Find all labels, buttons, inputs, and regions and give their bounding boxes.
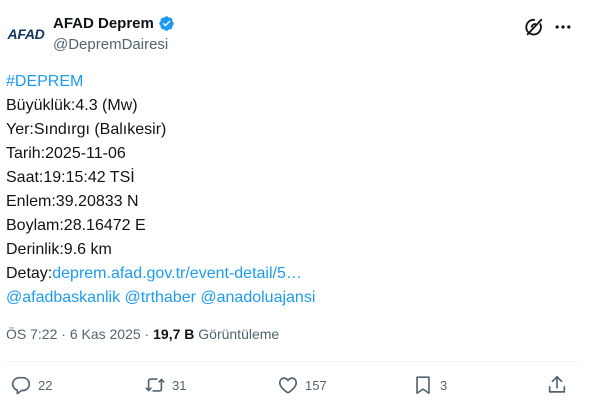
- share-button[interactable]: [546, 374, 568, 396]
- share-icon: [548, 375, 566, 393]
- repost-count: 31: [172, 377, 187, 393]
- detail-link[interactable]: deprem.afad.gov.tr/event-detail/5…: [52, 265, 302, 282]
- like-icon: [278, 377, 298, 394]
- bookmark-icon: [416, 376, 430, 395]
- latitude-line: Enlem:39.20833 N: [6, 193, 139, 210]
- divider: [6, 361, 578, 362]
- tweet-time[interactable]: ÖS 7:22: [6, 326, 57, 342]
- tweet-meta: ÖS 7:22 · 6 Kas 2025 · 19,7 B Görüntülem…: [6, 326, 279, 342]
- avatar-logo: AFAD: [7, 26, 45, 42]
- avatar[interactable]: AFAD: [6, 14, 46, 54]
- reply-button[interactable]: 22: [10, 374, 52, 396]
- hashtag-link[interactable]: #DEPREM: [6, 70, 576, 94]
- mention-afadbaskanlik[interactable]: @afadbaskanlik: [6, 289, 120, 306]
- detail-line: Detay:deprem.afad.gov.tr/event-detail/5…: [6, 262, 576, 286]
- longitude-line: Boylam:28.16472 E: [6, 217, 146, 234]
- author-handle[interactable]: @DepremDairesi: [53, 36, 168, 53]
- more-icon[interactable]: [553, 17, 573, 37]
- detail-label: Detay:: [6, 265, 53, 282]
- mentions-line: @afadbaskanlik @trthaber @anadoluajansi: [6, 286, 576, 310]
- repost-button[interactable]: 31: [144, 374, 186, 396]
- meta-separator-2: ·: [140, 326, 154, 342]
- bookmark-count: 3: [440, 377, 448, 393]
- tweet-date[interactable]: 6 Kas 2025: [70, 326, 141, 342]
- views-label: Görüntüleme: [198, 326, 280, 342]
- like-count: 157: [305, 377, 327, 393]
- verified-badge-icon: [159, 16, 174, 31]
- author-display-name[interactable]: AFAD Deprem: [53, 15, 154, 32]
- repost-icon: [145, 378, 165, 392]
- date-line: Tarih:2025-11-06: [6, 145, 126, 162]
- reply-count: 22: [38, 377, 53, 393]
- like-button[interactable]: 157: [277, 374, 327, 396]
- location-line: Yer:Sındırgı (Balıkesir): [6, 121, 167, 138]
- tweet-text: #DEPREM Büyüklük:4.3 (Mw) Yer:Sındırgı (…: [6, 70, 576, 310]
- mention-anadoluajansi[interactable]: @anadoluajansi: [200, 289, 315, 306]
- tweet: AFAD AFAD Deprem @DepremDairesi #DEPREM …: [0, 0, 589, 412]
- author-name-row: AFAD Deprem: [53, 15, 175, 32]
- meta-separator: ·: [57, 326, 70, 342]
- mention-trthaber[interactable]: @trthaber: [125, 289, 196, 306]
- grok-icon[interactable]: [523, 16, 545, 38]
- magnitude-line: Büyüklük:4.3 (Mw): [6, 97, 138, 114]
- bookmark-button[interactable]: 3: [412, 374, 447, 396]
- reply-icon: [11, 376, 31, 395]
- depth-line: Derinlik:9.6 km: [6, 241, 112, 258]
- time-line: Saat:19:15:42 TSİ: [6, 169, 135, 186]
- views-count: 19,7 B: [153, 326, 195, 342]
